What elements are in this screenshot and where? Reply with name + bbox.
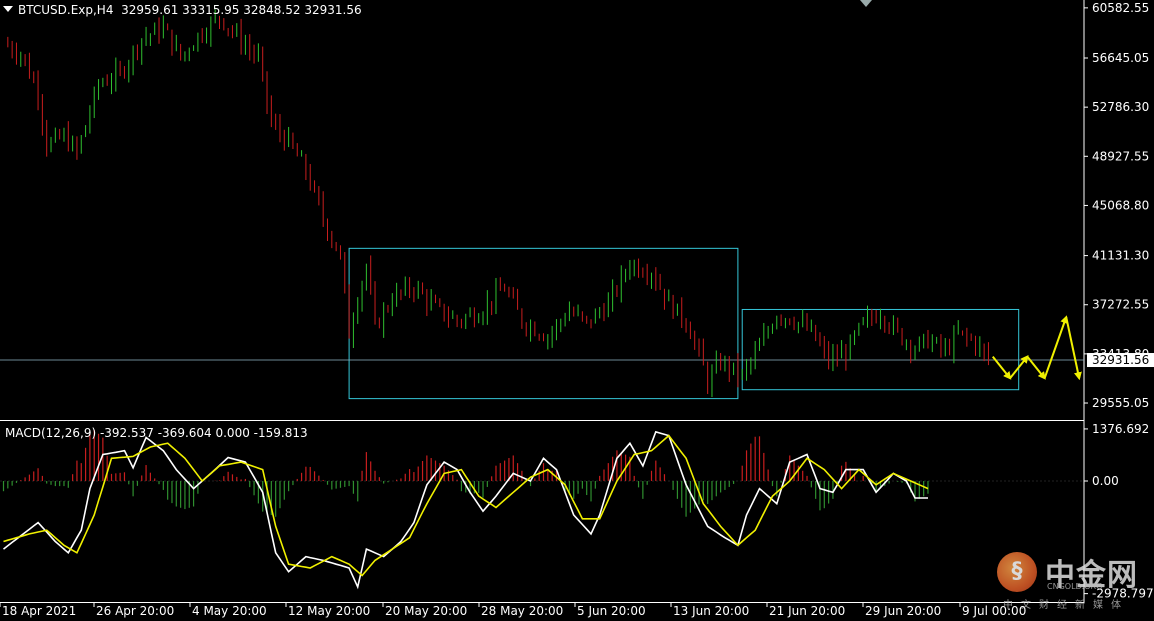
dropdown-triangle-icon[interactable] bbox=[3, 6, 13, 12]
macd-tick-label: 1376.692 bbox=[1092, 422, 1149, 436]
time-tick-label: 4 May 20:00 bbox=[192, 604, 267, 618]
price-tick-label: 45068.80 bbox=[1092, 198, 1149, 212]
price-tick-label: 52786.30 bbox=[1092, 100, 1149, 114]
watermark-tagline: 中文财经新媒体 bbox=[1003, 600, 1129, 611]
price-tick-label: 37272.55 bbox=[1092, 298, 1149, 312]
projection-arrow bbox=[1065, 316, 1082, 381]
chart-header: BTCUSD.Exp,H4 32959.61 33315.95 32848.52… bbox=[3, 3, 362, 17]
watermark-subtitle: CNGOLD.ORG bbox=[1047, 582, 1103, 591]
macd-tick-label: 0.00 bbox=[1092, 474, 1119, 488]
time-tick-label: 18 Apr 2021 bbox=[2, 604, 76, 618]
chart-symbol: BTCUSD.Exp,H4 bbox=[18, 3, 114, 17]
price-tick-label: 48927.55 bbox=[1092, 149, 1149, 163]
chart-canvas[interactable]: 60582.55 56645.05 52786.30 48927.55 45068.80… bbox=[0, 0, 1154, 621]
projection-arrow bbox=[1043, 315, 1068, 379]
time-tick-label: 28 May 20:00 bbox=[481, 604, 563, 618]
macd-header: MACD(12,26,9) -392.537 -369.604 0.000 -1… bbox=[5, 426, 308, 440]
time-tick-label: 5 Jun 20:00 bbox=[577, 604, 646, 618]
price-tick-label: 41131.30 bbox=[1092, 249, 1149, 263]
time-tick-label: 26 Apr 20:00 bbox=[96, 604, 174, 618]
price-tick-label: 29555.05 bbox=[1092, 396, 1149, 410]
time-tick-label: 21 Jun 20:00 bbox=[769, 604, 845, 618]
time-tick-label: 29 Jun 20:00 bbox=[865, 604, 941, 618]
window-handle-icon[interactable] bbox=[860, 0, 872, 7]
time-tick-label: 20 May 20:00 bbox=[385, 604, 467, 618]
macd-line bbox=[3, 430, 928, 590]
chart-ohlc: 32959.61 33315.95 32848.52 32931.56 bbox=[121, 3, 362, 17]
time-tick-label: 12 May 20:00 bbox=[288, 604, 370, 618]
price-tick-label: 56645.05 bbox=[1092, 51, 1149, 65]
cngold-logo-icon: § bbox=[997, 552, 1037, 592]
current-price-label: 32931.56 bbox=[1092, 353, 1149, 367]
watermark: § 中金网 CNGOLD.ORG 中文财经新媒体 bbox=[995, 548, 1150, 614]
time-tick-label: 13 Jun 20:00 bbox=[673, 604, 749, 618]
price-tick-label: 60582.55 bbox=[1092, 1, 1149, 15]
range-box bbox=[348, 247, 739, 400]
